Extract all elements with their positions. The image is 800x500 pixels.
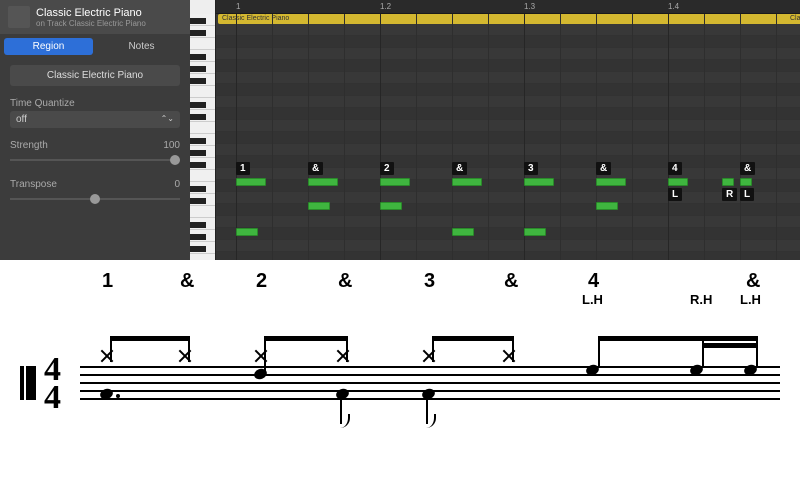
inspector-sidebar: Classic Electric Piano on Track Classic …	[0, 0, 190, 260]
strength-label: Strength	[10, 140, 48, 151]
transpose-label: Transpose	[10, 179, 57, 190]
midi-note[interactable]	[668, 178, 688, 186]
midi-note[interactable]	[452, 228, 474, 236]
midi-grid[interactable]: 1 1.2 1.3 1.4 Classic Electric Piano Cla…	[216, 0, 800, 260]
midi-note[interactable]	[308, 202, 330, 210]
beat-marker: 3	[524, 162, 538, 175]
midi-note[interactable]	[596, 178, 626, 186]
region-clip[interactable]: Classic Electric Piano	[218, 14, 798, 24]
midi-note[interactable]	[236, 178, 266, 186]
notation-count: &	[338, 270, 352, 293]
beat-marker: 2	[380, 162, 394, 175]
strength-value: 100	[163, 140, 180, 151]
region-header: Classic Electric Piano on Track Classic …	[0, 0, 190, 34]
transpose-value: 0	[174, 179, 180, 190]
notation-hand-label: L.H	[740, 292, 761, 307]
midi-note[interactable]	[308, 178, 338, 186]
midi-note[interactable]	[596, 202, 618, 210]
piano-roll-editor: C4 C3 C2 C1 1 1.2 1.3 1.4 Classic Electr…	[190, 0, 800, 260]
beat-marker: &	[740, 162, 755, 175]
midi-note[interactable]	[236, 228, 258, 236]
midi-note[interactable]	[452, 178, 482, 186]
piano-keyboard[interactable]: C4 C3 C2 C1	[190, 0, 216, 260]
notation-count: 2	[256, 270, 267, 293]
beat-marker: 4	[668, 162, 682, 175]
music-notation: 1&2&3&4&L.HR.HL.H 4 4	[0, 260, 800, 500]
inspector-tabs: Region Notes	[0, 34, 190, 59]
midi-note[interactable]	[380, 178, 410, 186]
region-subtitle: on Track Classic Electric Piano	[36, 19, 146, 28]
tab-region[interactable]: Region	[4, 38, 93, 55]
notation-count: 1	[102, 270, 113, 293]
notation-count: &	[504, 270, 518, 293]
time-ruler[interactable]: 1 1.2 1.3 1.4	[216, 0, 800, 14]
time-quantize-label: Time Quantize	[10, 98, 75, 109]
time-signature: 4 4	[44, 356, 61, 412]
notation-count: &	[746, 270, 760, 293]
beat-marker: 1	[236, 162, 250, 175]
notation-hand-label: L.H	[582, 292, 603, 307]
beat-marker: &	[452, 162, 467, 175]
region-thumbnail	[8, 6, 30, 28]
hand-marker: L	[668, 188, 682, 201]
hand-marker: R	[722, 188, 737, 201]
region-title: Classic Electric Piano	[36, 7, 146, 19]
notation-hand-label: R.H	[690, 292, 712, 307]
midi-note[interactable]	[722, 178, 734, 186]
midi-note[interactable]	[380, 202, 402, 210]
notation-count: &	[180, 270, 194, 293]
beat-marker: &	[308, 162, 323, 175]
tab-notes[interactable]: Notes	[97, 38, 186, 55]
midi-note[interactable]	[740, 178, 752, 186]
midi-note[interactable]	[524, 228, 546, 236]
staff-barline-thick	[26, 366, 36, 400]
transpose-slider[interactable]	[10, 192, 180, 206]
notation-count: 3	[424, 270, 435, 293]
beat-marker: &	[596, 162, 611, 175]
notation-count: 4	[588, 270, 599, 293]
staff-barline	[20, 366, 24, 400]
region-name-field[interactable]: Classic Electric Piano	[10, 65, 180, 86]
region-clip-next[interactable]: Classic	[786, 14, 800, 24]
chevron-updown-icon: ⌃⌄	[161, 114, 174, 125]
midi-note[interactable]	[524, 178, 554, 186]
time-quantize-select[interactable]: off ⌃⌄	[10, 111, 180, 128]
hand-marker: L	[740, 188, 754, 201]
strength-slider[interactable]	[10, 153, 180, 167]
